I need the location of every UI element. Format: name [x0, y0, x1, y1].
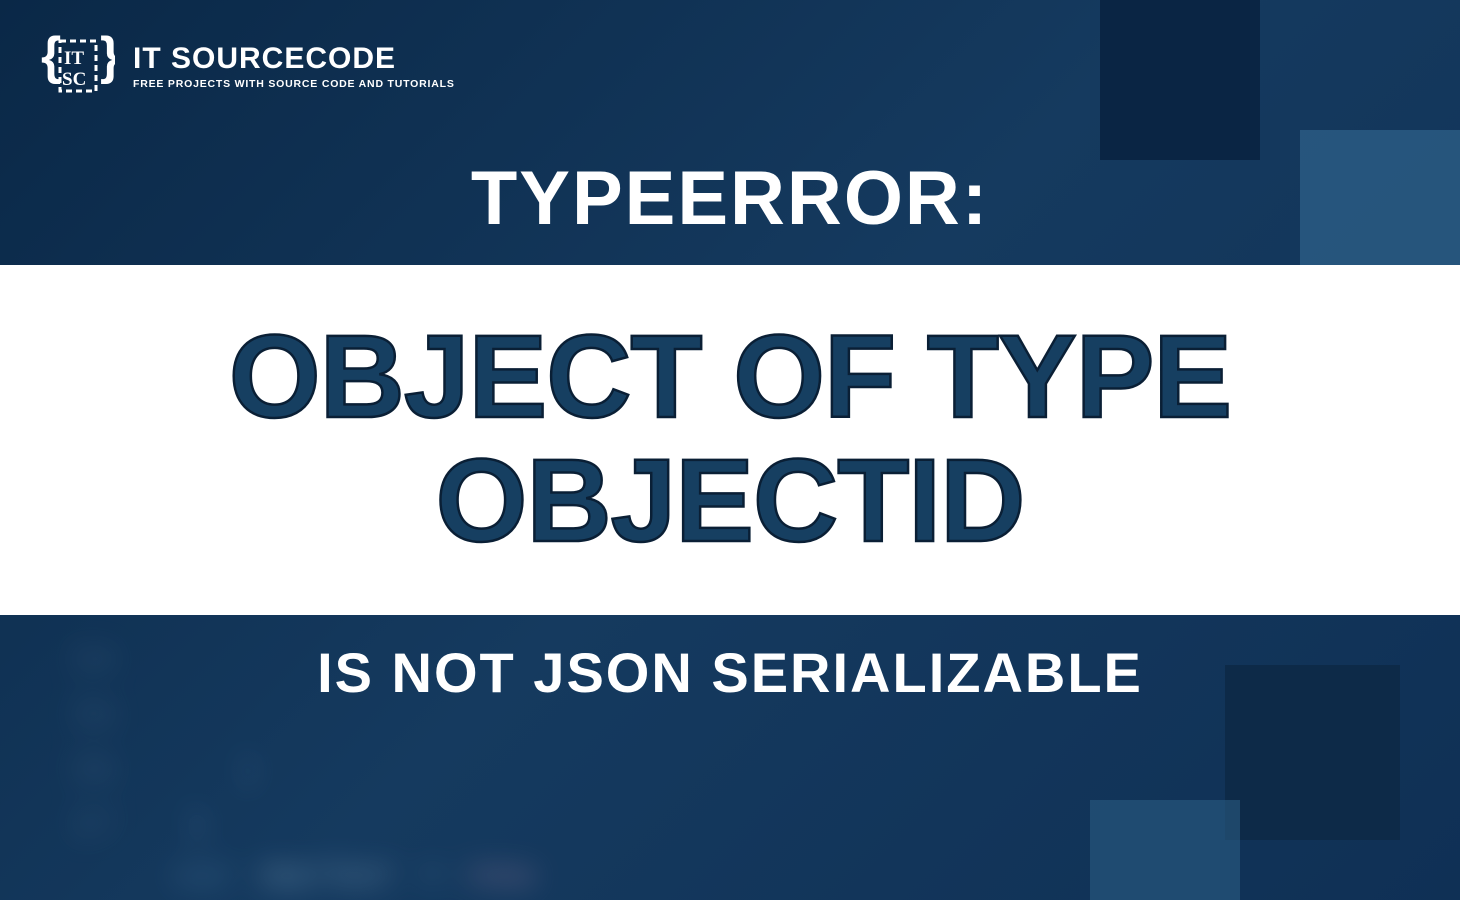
svg-text:{: { — [41, 28, 61, 85]
main-title-line-2: OBJECTID — [229, 440, 1231, 564]
svg-text:SC: SC — [62, 69, 86, 90]
heading-typeerror: TYPEERROR: — [0, 155, 1460, 242]
logo-tagline: FREE PROJECTS WITH SOURCE CODE AND TUTOR… — [133, 78, 455, 90]
svg-text:IT: IT — [64, 48, 84, 69]
heading-bottom: IS NOT JSON SERIALIZABLE — [0, 640, 1460, 705]
logo-container: { } IT SC IT SOURCECODE FREE PROJECTS WI… — [40, 28, 455, 103]
main-title-line-1: OBJECT OF TYPE — [229, 316, 1231, 440]
logo-title: IT SOURCECODE — [133, 42, 455, 76]
svg-text:}: } — [100, 28, 115, 85]
main-title-band: OBJECT OF TYPE OBJECTID — [0, 265, 1460, 615]
decorative-square-4 — [1090, 800, 1240, 900]
decorative-square-1 — [1100, 0, 1260, 160]
main-title: OBJECT OF TYPE OBJECTID — [229, 316, 1231, 564]
logo-icon: { } IT SC — [40, 28, 115, 103]
